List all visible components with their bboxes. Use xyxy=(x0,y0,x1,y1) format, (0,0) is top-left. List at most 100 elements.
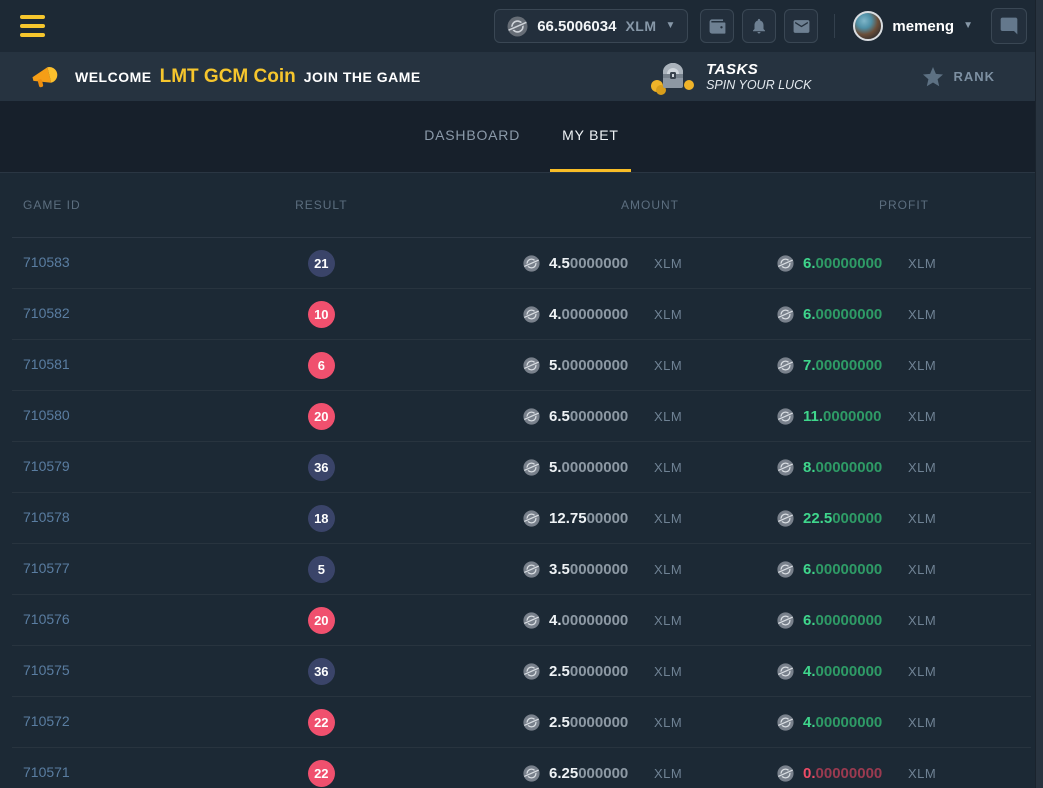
profit-main: 7. xyxy=(803,357,816,374)
game-id: 710580 xyxy=(23,407,70,423)
stellar-coin-icon xyxy=(523,408,540,425)
table-row[interactable]: 710579 36 5.00000000 XLM 8.00000000 XLM xyxy=(12,442,1031,493)
user-menu[interactable]: memeng ▼ xyxy=(853,11,973,41)
table-row[interactable]: 710577 5 3.50000000 XLM 6.00000000 XLM xyxy=(12,544,1031,595)
tasks-title: TASKS xyxy=(706,61,811,78)
table-header: GAME ID RESULT AMOUNT PROFIT xyxy=(12,173,1031,238)
currency-label: XLM xyxy=(908,511,936,526)
profit-cell: 4.00000000 XLM xyxy=(777,714,1031,731)
top-navbar: 66.5006034 XLM ▼ memeng ▼ xyxy=(0,0,1043,52)
rank-shortcut[interactable]: RANK xyxy=(921,65,995,89)
stellar-coin-icon xyxy=(777,306,794,323)
currency-label: XLM xyxy=(654,766,682,781)
table-row[interactable]: 710576 20 4.00000000 XLM 6.00000000 XLM xyxy=(12,595,1031,646)
balance-currency: XLM xyxy=(625,18,656,34)
table-row[interactable]: 710581 6 5.00000000 XLM 7.00000000 XLM xyxy=(12,340,1031,391)
stellar-coin-icon xyxy=(777,612,794,629)
profit-zeros: 000000 xyxy=(832,510,882,527)
stellar-coin-icon xyxy=(777,663,794,680)
profit-cell: 11.0000000 XLM xyxy=(777,408,1031,425)
table-row[interactable]: 710572 22 2.50000000 XLM 4.00000000 XLM xyxy=(12,697,1031,748)
stellar-coin-icon xyxy=(777,459,794,476)
tab-dashboard[interactable]: DASHBOARD xyxy=(412,101,532,172)
amount-cell: 4.00000000 XLM xyxy=(523,306,777,323)
amount-cell: 12.7500000 XLM xyxy=(523,510,777,527)
table-body: 710583 21 4.50000000 XLM 6.00000000 XLM xyxy=(12,238,1031,788)
side-panel-edge[interactable] xyxy=(1035,0,1043,788)
profit-zeros: 00000000 xyxy=(816,714,883,731)
stellar-coin-icon xyxy=(523,357,540,374)
hamburger-menu-icon[interactable] xyxy=(20,15,45,37)
result-badge: 10 xyxy=(308,301,335,328)
amount-zeros: 00000000 xyxy=(562,459,629,476)
messages-button[interactable] xyxy=(784,9,818,43)
table-row[interactable]: 710578 18 12.7500000 XLM 22.5000000 XLM xyxy=(12,493,1031,544)
result-badge: 18 xyxy=(308,505,335,532)
amount-main: 4. xyxy=(549,306,562,323)
chevron-down-icon: ▼ xyxy=(666,21,676,31)
amount-main: 4.5 xyxy=(549,255,570,272)
profit-cell: 6.00000000 XLM xyxy=(777,612,1031,629)
table-row[interactable]: 710583 21 4.50000000 XLM 6.00000000 XLM xyxy=(12,238,1031,289)
profit-cell: 7.00000000 XLM xyxy=(777,357,1031,374)
currency-label: XLM xyxy=(654,511,682,526)
amount-main: 2.5 xyxy=(549,663,570,680)
amount-cell: 4.50000000 XLM xyxy=(523,255,777,272)
navbar-divider xyxy=(834,14,835,38)
result-badge: 20 xyxy=(308,403,335,430)
amount-main: 6.25 xyxy=(549,765,578,782)
bets-table: GAME ID RESULT AMOUNT PROFIT 710583 21 4… xyxy=(12,173,1031,788)
currency-label: XLM xyxy=(908,562,936,577)
game-id: 710571 xyxy=(23,764,70,780)
promo-banner: WELCOME LMT GCM Coin JOIN THE GAME TASKS… xyxy=(0,52,1043,101)
amount-zeros: 0000000 xyxy=(570,663,628,680)
amount-zeros: 00000000 xyxy=(562,306,629,323)
amount-main: 5. xyxy=(549,459,562,476)
tasks-shortcut[interactable]: TASKS SPIN YOUR LUCK xyxy=(650,59,811,95)
chat-icon xyxy=(999,16,1019,36)
currency-label: XLM xyxy=(908,409,936,424)
amount-zeros: 00000 xyxy=(587,510,629,527)
megaphone-icon xyxy=(30,62,60,92)
profit-cell: 6.00000000 XLM xyxy=(777,561,1031,578)
profit-zeros: 00000000 xyxy=(816,306,883,323)
stellar-coin-icon xyxy=(523,306,540,323)
amount-zeros: 0000000 xyxy=(570,561,628,578)
amount-cell: 5.00000000 XLM xyxy=(523,357,777,374)
currency-label: XLM xyxy=(654,613,682,628)
game-id: 710578 xyxy=(23,509,70,525)
balance-selector[interactable]: 66.5006034 XLM ▼ xyxy=(494,9,688,43)
table-row[interactable]: 710580 20 6.50000000 XLM 11.0000000 XLM xyxy=(12,391,1031,442)
amount-cell: 6.50000000 XLM xyxy=(523,408,777,425)
amount-zeros: 0000000 xyxy=(570,408,628,425)
table-row[interactable]: 710582 10 4.00000000 XLM 6.00000000 XLM xyxy=(12,289,1031,340)
stellar-coin-icon xyxy=(523,714,540,731)
stellar-coin-icon xyxy=(523,612,540,629)
game-id: 710583 xyxy=(23,254,70,270)
tab-my-bet[interactable]: MY BET xyxy=(550,101,631,172)
stellar-coin-icon xyxy=(523,561,540,578)
amount-main: 2.5 xyxy=(549,714,570,731)
wallet-button[interactable] xyxy=(700,9,734,43)
game-id: 710582 xyxy=(23,305,70,321)
coin-name: LMT GCM Coin xyxy=(160,66,296,88)
tasks-subtitle: SPIN YOUR LUCK xyxy=(706,78,811,92)
stellar-coin-icon xyxy=(777,765,794,782)
amount-zeros: 0000000 xyxy=(570,714,628,731)
game-id: 710577 xyxy=(23,560,70,576)
profit-cell: 0.00000000 XLM xyxy=(777,765,1031,782)
currency-label: XLM xyxy=(908,715,936,730)
notifications-button[interactable] xyxy=(742,9,776,43)
balance-value: 66.5006034 xyxy=(537,18,616,35)
stellar-coin-icon xyxy=(523,459,540,476)
currency-label: XLM xyxy=(654,460,682,475)
stellar-coin-icon xyxy=(777,255,794,272)
table-row[interactable]: 710571 22 6.25000000 XLM 0.00000000 XLM xyxy=(12,748,1031,788)
result-badge: 36 xyxy=(308,454,335,481)
navbar-right-cluster: 66.5006034 XLM ▼ memeng ▼ xyxy=(494,8,1027,44)
chat-toggle-button[interactable] xyxy=(991,8,1027,44)
amount-zeros: 00000000 xyxy=(562,357,629,374)
chevron-down-icon: ▼ xyxy=(963,21,973,31)
table-row[interactable]: 710575 36 2.50000000 XLM 4.00000000 XLM xyxy=(12,646,1031,697)
profit-cell: 22.5000000 XLM xyxy=(777,510,1031,527)
